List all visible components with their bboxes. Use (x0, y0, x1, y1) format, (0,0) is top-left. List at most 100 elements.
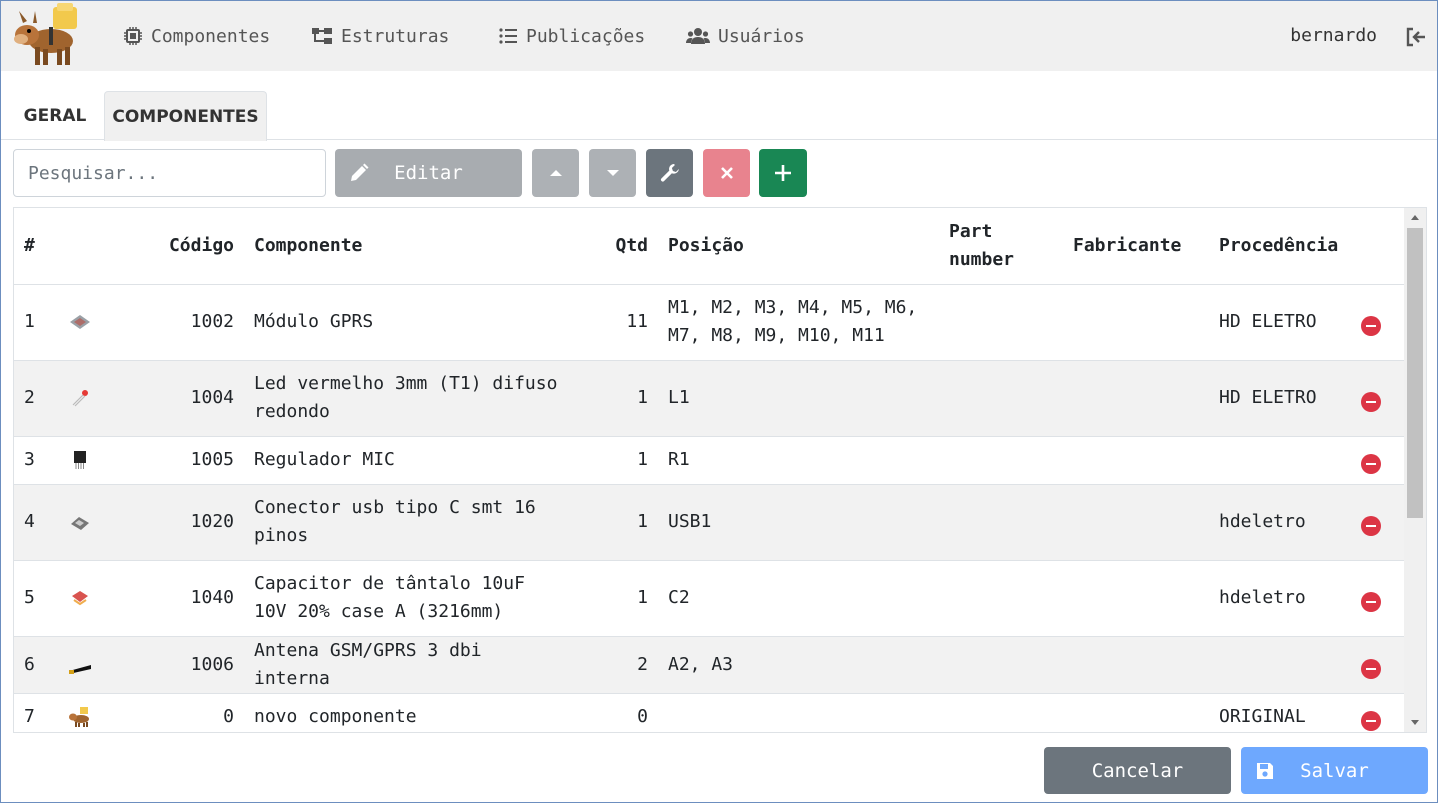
pencil-icon (351, 163, 369, 181)
row-number: 3 (14, 436, 58, 485)
row-number: 5 (14, 560, 58, 637)
row-fabricante (1063, 636, 1209, 694)
row-thumb (58, 284, 118, 361)
nav-usuarios[interactable]: Usuários (686, 23, 805, 49)
row-posicao: A2, A3 (658, 636, 939, 694)
row-fabricante (1063, 560, 1209, 637)
remove-row-icon[interactable] (1361, 592, 1381, 612)
row-part-number (939, 693, 1063, 732)
scrollbar-thumb[interactable] (1407, 228, 1423, 518)
row-part-number (939, 484, 1063, 561)
row-qtd: 11 (578, 284, 658, 361)
save-button-label: Salvar (1300, 759, 1369, 782)
header-qtd[interactable]: Qtd (578, 208, 658, 285)
scroll-down-arrow-icon[interactable] (1404, 714, 1426, 730)
row-posicao (658, 693, 939, 732)
remove-row-icon[interactable] (1361, 711, 1381, 731)
header-codigo[interactable]: Código (118, 208, 244, 285)
table-row[interactable]: 2 1004 Led vermelho 3mm (T1) difuso redo… (14, 360, 1406, 437)
scroll-up-arrow-icon[interactable] (1404, 210, 1426, 226)
capacitor-icon (72, 591, 88, 606)
row-part-number (939, 636, 1063, 694)
row-codigo: 1040 (118, 560, 244, 637)
row-qtd: 2 (578, 636, 658, 694)
table-row[interactable]: 4 1020 Conector usb tipo C smt 16 pinos … (14, 484, 1406, 561)
row-fabricante (1063, 284, 1209, 361)
edit-button[interactable]: Editar (335, 149, 522, 197)
led-icon (72, 390, 88, 407)
regulator-icon (74, 451, 86, 469)
wrench-icon (660, 164, 679, 182)
row-posicao: M1, M2, M3, M4, M5, M6, M7, M8, M9, M10,… (658, 284, 939, 361)
antenna-icon (69, 664, 91, 674)
header-procedencia[interactable]: Procedência (1209, 208, 1351, 285)
row-thumb (58, 693, 118, 732)
row-procedencia (1209, 436, 1351, 485)
remove-row-icon[interactable] (1361, 454, 1381, 474)
row-number: 4 (14, 484, 58, 561)
table-row[interactable]: 3 1005 Regulador MIC 1 R1 (14, 436, 1406, 485)
table-row[interactable]: 6 1006 Antena GSM/GPRS 3 dbi interna 2 A… (14, 636, 1406, 694)
nav-publicacoes[interactable]: Publicações (498, 23, 645, 49)
tab-bar: GERAL COMPONENTES (1, 71, 1437, 141)
table-row[interactable]: 7 0 novo componente 0 ORIGINAL (14, 693, 1406, 732)
header-part-number-line2: number (949, 248, 1015, 270)
search-input[interactable] (13, 149, 326, 197)
row-part-number (939, 284, 1063, 361)
header-image (58, 208, 118, 285)
table-row[interactable]: 1 1002 Módulo GPRS 11 M1, M2, M3, M4, M5… (14, 284, 1406, 361)
remove-row-icon[interactable] (1361, 516, 1381, 536)
list-icon (499, 28, 517, 44)
donkey-logo[interactable] (13, 3, 89, 69)
table-scrollbar[interactable] (1404, 208, 1426, 732)
header-posicao[interactable]: Posição (658, 208, 939, 285)
row-number: 6 (14, 636, 58, 694)
row-part-number (939, 360, 1063, 437)
row-part-number (939, 560, 1063, 637)
wrench-button[interactable] (646, 149, 693, 197)
username[interactable]: bernardo (1290, 25, 1377, 46)
nav-componentes[interactable]: Componentes (123, 23, 270, 49)
row-codigo: 0 (118, 693, 244, 732)
users-icon (686, 28, 710, 44)
row-posicao: L1 (658, 360, 939, 437)
row-procedencia: hdeletro (1209, 484, 1351, 561)
close-icon (720, 167, 733, 179)
chip-icon (124, 27, 142, 45)
header-fabricante[interactable]: Fabricante (1063, 208, 1209, 285)
header-componente[interactable]: Componente (244, 208, 578, 285)
row-thumb (58, 360, 118, 437)
tab-geral[interactable]: GERAL (7, 91, 103, 140)
logout-icon[interactable] (1405, 27, 1427, 52)
remove-row-icon[interactable] (1361, 316, 1381, 336)
remove-button[interactable] (703, 149, 750, 197)
row-componente: novo componente (244, 693, 578, 732)
table-row[interactable]: 5 1040 Capacitor de tântalo 10uF 10V 20%… (14, 560, 1406, 637)
row-codigo: 1020 (118, 484, 244, 561)
save-button[interactable]: Salvar (1241, 747, 1428, 794)
row-componente: Regulador MIC (244, 436, 578, 485)
header-part-number-line1: Part (949, 220, 993, 242)
row-qtd: 1 (578, 436, 658, 485)
row-codigo: 1006 (118, 636, 244, 694)
move-up-button[interactable] (532, 149, 579, 197)
components-table-container: # Código Componente Qtd Posição Part numb… (13, 207, 1427, 733)
move-down-button[interactable] (589, 149, 636, 197)
donkey-logo-icon (69, 707, 89, 727)
header-part-number[interactable]: Part number (939, 208, 1063, 285)
remove-row-icon[interactable] (1361, 658, 1381, 679)
add-button[interactable] (759, 149, 807, 197)
row-posicao: R1 (658, 436, 939, 485)
row-qtd: 1 (578, 484, 658, 561)
row-thumb (58, 484, 118, 561)
row-procedencia: ORIGINAL (1209, 693, 1351, 732)
sitemap-icon (312, 28, 332, 44)
row-procedencia (1209, 636, 1351, 694)
header-number: # (14, 208, 58, 285)
tab-componentes[interactable]: COMPONENTES (104, 91, 267, 141)
remove-row-icon[interactable] (1361, 392, 1381, 412)
nav-estruturas[interactable]: Estruturas (311, 23, 449, 49)
cancel-button[interactable]: Cancelar (1044, 747, 1231, 794)
edit-button-label: Editar (394, 162, 463, 184)
row-number: 7 (14, 693, 58, 732)
